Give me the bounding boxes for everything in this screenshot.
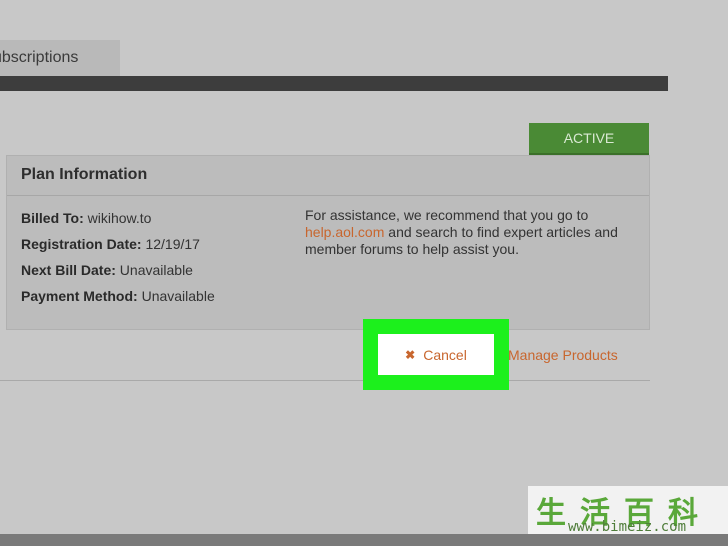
- next-bill-date-value: Unavailable: [115, 262, 193, 278]
- billed-to-label: Billed To:: [21, 210, 84, 226]
- cancel-button[interactable]: ✖ Cancel: [378, 334, 494, 375]
- next-bill-date-row: Next Bill Date: Unavailable: [21, 262, 193, 278]
- plan-information-card: Plan Information Billed To: wikihow.to R…: [6, 155, 650, 330]
- billed-to-row: Billed To: wikihow.to: [21, 210, 151, 226]
- tab-subscriptions[interactable]: ubscriptions: [0, 40, 120, 76]
- watermark-url: www.bimeiz.com: [568, 519, 687, 535]
- billed-to-value: wikihow.to: [83, 210, 152, 226]
- payment-method-label: Payment Method:: [21, 288, 138, 304]
- help-aol-link[interactable]: help.aol.com: [305, 224, 384, 240]
- registration-date-label: Registration Date:: [21, 236, 142, 252]
- cancel-label: Cancel: [423, 346, 467, 363]
- assistance-prefix: For assistance, we recommend that you go…: [305, 207, 589, 223]
- status-badge: ACTIVE: [529, 123, 649, 155]
- registration-date-value: 12/19/17: [141, 236, 200, 252]
- tab-bar-underline: [0, 76, 668, 91]
- manage-products-link[interactable]: Manage Products: [508, 347, 618, 363]
- bottom-bar: [0, 534, 728, 546]
- assistance-text: For assistance, we recommend that you go…: [305, 207, 625, 258]
- next-bill-date-label: Next Bill Date:: [21, 262, 116, 278]
- close-icon: ✖: [405, 347, 416, 362]
- payment-method-value: Unavailable: [137, 288, 215, 304]
- registration-date-row: Registration Date: 12/19/17: [21, 236, 200, 252]
- watermark: 生活百科 www.bimeiz.com: [528, 486, 728, 538]
- section-divider: [0, 380, 650, 381]
- plan-title: Plan Information: [7, 156, 649, 196]
- payment-method-row: Payment Method: Unavailable: [21, 288, 215, 304]
- tab-label: ubscriptions: [0, 49, 79, 66]
